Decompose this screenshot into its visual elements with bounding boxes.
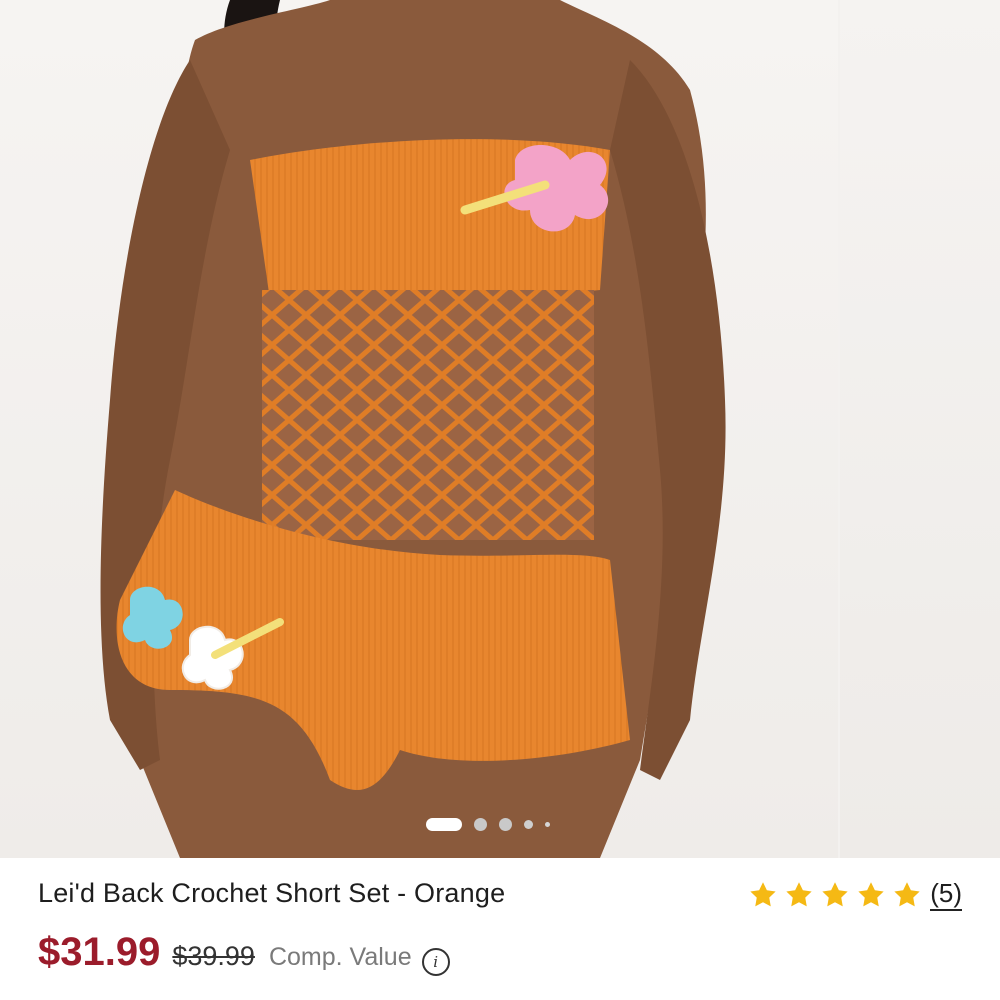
product-image-gallery[interactable] [0, 0, 1000, 858]
next-photo-peek[interactable] [840, 0, 1000, 858]
product-title: Lei'd Back Crochet Short Set - Orange [38, 878, 506, 908]
star-icon [822, 881, 848, 906]
gallery-dot-active[interactable] [426, 818, 462, 831]
rating-stars [748, 880, 922, 910]
gallery-dot[interactable] [499, 818, 512, 831]
gallery-pagination [426, 818, 550, 831]
gallery-dot[interactable] [524, 820, 533, 829]
product-rating[interactable]: (5) [748, 878, 962, 911]
review-count-link[interactable]: (5) [930, 878, 962, 911]
star-icon [786, 881, 812, 906]
star-icon [858, 881, 884, 906]
gallery-dot[interactable] [474, 818, 487, 831]
gallery-dot[interactable] [545, 822, 550, 827]
model-illustration [100, 0, 726, 858]
original-price: $39.99 [172, 941, 255, 971]
product-photo[interactable] [0, 0, 838, 858]
comp-value-label: Comp. Value [268, 943, 412, 971]
info-icon[interactable]: i [421, 948, 450, 976]
sale-price: $31.99 [38, 930, 161, 974]
star-icon [894, 881, 920, 906]
star-icon [750, 881, 776, 906]
price-row: $31.99 $39.99 Comp. Value i [38, 930, 450, 976]
